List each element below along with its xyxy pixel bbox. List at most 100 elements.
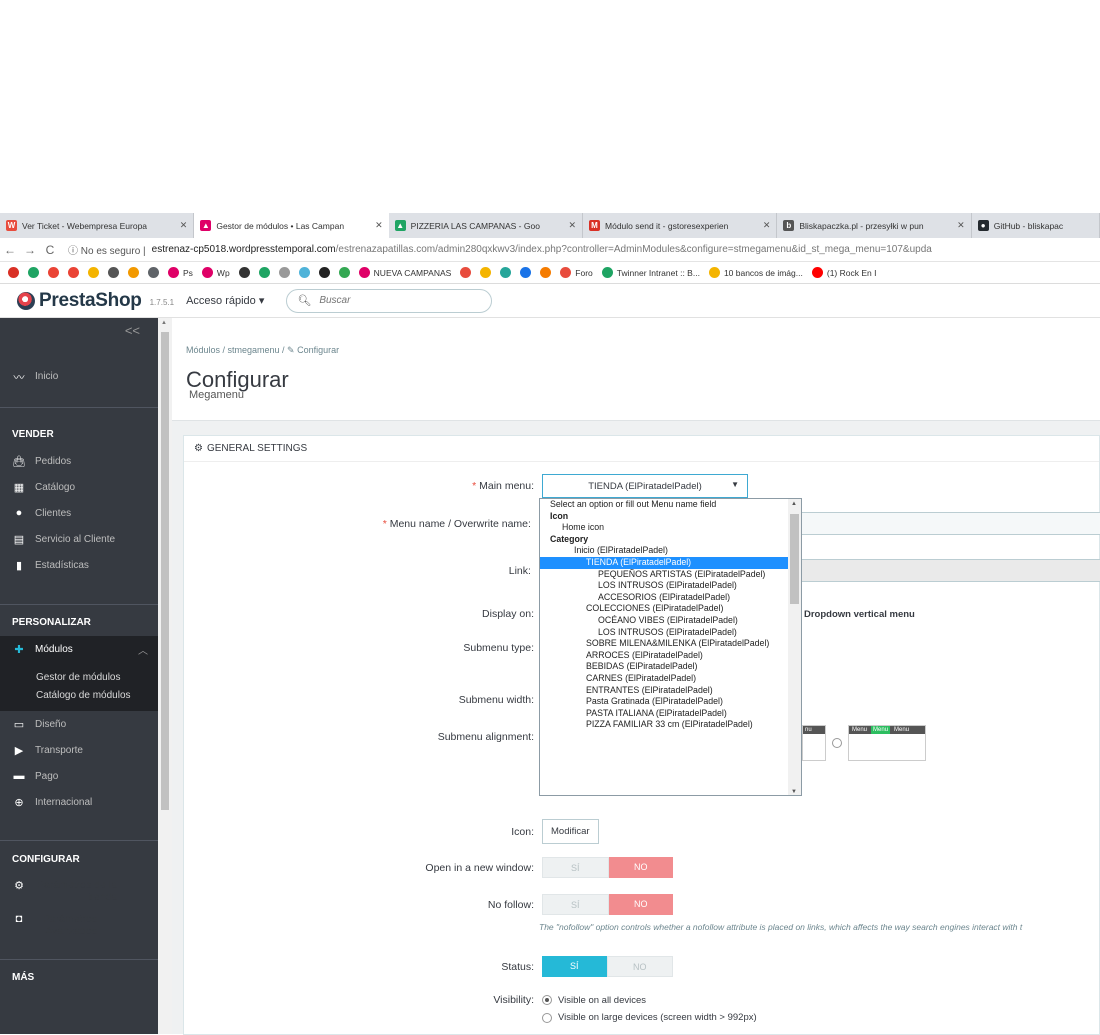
bookmark-item[interactable]: Ps [168, 267, 193, 278]
url-field[interactable]: estrenaz-cp5018.wordpresstemporal.com/es… [152, 244, 932, 255]
bookmark-item[interactable]: 10 bancos de imág... [708, 267, 803, 278]
status-switch[interactable]: SÍ NO [542, 956, 673, 977]
alignment-preview-partial[interactable]: nu [802, 725, 826, 761]
sidebar-subitem-gestor[interactable]: Gestor de módulos [0, 669, 158, 687]
search-box[interactable]: 🔍︎ [286, 288, 493, 313]
display-on-option[interactable]: Dropdown vertical menu [804, 609, 915, 620]
dropdown-option[interactable]: PIZZA FAMILIAR 33 cm (ElPiratadelPadel) [540, 719, 789, 731]
radio-button[interactable] [542, 995, 552, 1005]
sidebar-scroll-thumb[interactable] [161, 332, 169, 810]
browser-tab[interactable]: ▲ PIZZERIA LAS CAMPANAS - Goo ✕ [389, 213, 584, 238]
bookmark-item[interactable] [460, 267, 472, 278]
dropdown-option[interactable]: LOS INTRUSOS (ElPiratadelPadel) [540, 627, 789, 639]
visibility-option-large[interactable]: Visible on large devices (screen width >… [542, 1012, 757, 1023]
sidebar-item[interactable]: ▦ Catálogo [0, 474, 158, 500]
search-input[interactable] [319, 295, 470, 306]
no-follow-switch[interactable]: SÍ NO [542, 894, 673, 915]
prestashop-logo[interactable]: PrestaShop 1.7.5.1 [17, 290, 174, 312]
dropdown-option[interactable]: ACCESORIOS (ElPiratadelPadel) [540, 592, 789, 604]
close-tab-icon[interactable]: ✕ [957, 220, 965, 231]
browser-tab[interactable]: ▲ Gestor de módulos • Las Campan ✕ [194, 213, 389, 238]
dropdown-option[interactable]: LOS INTRUSOS (ElPiratadelPadel) [540, 580, 789, 592]
sidebar-item-modulos[interactable]: ✚ Módulos ︿ [0, 636, 158, 663]
sidebar-item[interactable]: ▤ Servicio al Cliente [0, 526, 158, 552]
bookmark-item[interactable]: Foro [560, 267, 593, 278]
bookmark-item[interactable]: Wp [201, 267, 230, 278]
bookmark-item[interactable] [480, 267, 492, 278]
sidebar-item[interactable]: ▭ Diseño [0, 711, 158, 737]
sidebar-subitem-catalogo[interactable]: Catálogo de módulos [0, 687, 158, 705]
scroll-down-icon[interactable]: ▼ [791, 789, 797, 795]
security-info[interactable]: ⓘ No es seguro | [68, 242, 146, 257]
scroll-up-icon[interactable]: ▲ [791, 501, 797, 507]
switch-yes[interactable]: SÍ [542, 857, 609, 878]
bookmark-item[interactable] [108, 267, 119, 278]
sidebar-collapse-button[interactable]: << [0, 318, 158, 346]
sidebar-scrollbar[interactable]: ▲ [158, 318, 172, 1034]
sidebar-item[interactable]: ▬ Pago [0, 763, 158, 789]
dropdown-option[interactable]: TIENDA (ElPiratadelPadel) [540, 556, 789, 569]
close-tab-icon[interactable]: ✕ [375, 220, 383, 231]
dropdown-option[interactable]: BEBIDAS (ElPiratadelPadel) [540, 661, 789, 673]
modify-icon-button[interactable]: Modificar [542, 819, 599, 844]
switch-yes[interactable]: SÍ [542, 894, 609, 915]
dropdown-option[interactable]: ENTRANTES (ElPiratadelPadel) [540, 685, 789, 697]
main-menu-select[interactable]: TIENDA (ElPiratadelPadel) ▼ [542, 474, 748, 498]
dropdown-option[interactable]: Home icon [540, 522, 789, 534]
switch-no[interactable]: NO [608, 894, 673, 915]
dropdown-option[interactable]: PASTA ITALIANA (ElPiratadelPadel) [540, 708, 789, 720]
dropdown-option[interactable]: ARROCES (ElPiratadelPadel) [540, 650, 789, 662]
dropdown-option[interactable]: Select an option or fill out Menu name f… [540, 499, 789, 511]
bookmark-item[interactable] [258, 267, 270, 278]
dropdown-scroll-thumb[interactable] [790, 514, 799, 604]
sidebar-item-parametros-avanzados[interactable]: ◘ Parámetros Avanzados [0, 907, 158, 941]
sidebar-item[interactable]: ⊕ Internacional [0, 789, 158, 815]
bookmark-item[interactable] [28, 267, 39, 278]
close-tab-icon[interactable]: ✕ [180, 220, 188, 231]
quick-access-menu[interactable]: Acceso rápido ▾ [186, 294, 264, 307]
close-tab-icon[interactable]: ✕ [763, 220, 771, 231]
bookmark-item[interactable] [298, 267, 310, 278]
scroll-up-icon[interactable]: ▲ [161, 320, 167, 326]
switch-yes[interactable]: SÍ [542, 956, 607, 977]
bookmark-item[interactable] [520, 267, 532, 278]
sidebar-item[interactable]: ● Clientes [0, 500, 158, 526]
forward-arrow-icon[interactable]: → [20, 243, 40, 257]
sidebar-item-parametros-tienda[interactable]: ⚙ Parámetros de la tienda [0, 873, 158, 907]
back-arrow-icon[interactable]: ← [0, 243, 20, 257]
bookmark-item[interactable] [540, 267, 552, 278]
switch-no[interactable]: NO [608, 857, 673, 878]
sidebar-item-inicio[interactable]: 〰 Inicio [0, 346, 158, 408]
sidebar-item[interactable]: ▶ Transporte [0, 737, 158, 763]
dropdown-scrollbar[interactable]: ▲ ▼ [788, 499, 801, 795]
dropdown-option[interactable]: Inicio (ElPiratadelPadel) [540, 545, 789, 557]
bookmark-item[interactable] [48, 267, 59, 278]
bookmark-item[interactable] [500, 267, 512, 278]
bookmark-item[interactable] [148, 267, 159, 278]
new-window-switch[interactable]: SÍ NO [542, 857, 673, 878]
bookmark-item[interactable] [278, 267, 290, 278]
bookmark-item[interactable] [68, 267, 79, 278]
visibility-option-all[interactable]: Visible on all devices [542, 995, 646, 1006]
bookmark-item[interactable]: (1) Rock En I [811, 267, 876, 278]
browser-tab[interactable]: ● GitHub - bliskapac [972, 213, 1100, 238]
dropdown-option[interactable]: CARNES (ElPiratadelPadel) [540, 673, 789, 685]
sidebar-item[interactable]: ▮ Estadísticas [0, 552, 158, 578]
bookmark-item[interactable] [8, 267, 19, 278]
dropdown-option[interactable]: PEQUEÑOS ARTISTAS (ElPiratadelPadel) [540, 569, 789, 581]
browser-tab[interactable]: b Bliskapaczka.pl - przesyłki w pun ✕ [777, 213, 972, 238]
browser-tab[interactable]: W Ver Ticket - Webempresa Europa ✕ [0, 213, 195, 238]
reload-icon[interactable]: C [40, 243, 60, 257]
browser-tab[interactable]: M Módulo send it - gstoresexperien ✕ [583, 213, 778, 238]
dropdown-option[interactable]: SOBRE MILENA&MILENKA (ElPiratadelPadel) [540, 638, 789, 650]
bookmark-item[interactable]: Twinner Intranet :: B... [601, 267, 700, 278]
bookmark-item[interactable] [88, 267, 99, 278]
bookmark-item[interactable] [318, 267, 330, 278]
bookmark-item[interactable] [238, 267, 250, 278]
bookmark-item[interactable] [128, 267, 139, 278]
dropdown-option[interactable]: Pasta Gratinada (ElPiratadelPadel) [540, 696, 789, 708]
dropdown-option[interactable]: COLECCIONES (ElPiratadelPadel) [540, 603, 789, 615]
alignment-preview-box[interactable]: Menu Menu Menu [848, 725, 926, 761]
sidebar-item[interactable]: 👜︎ Pedidos [0, 448, 158, 474]
close-tab-icon[interactable]: ✕ [568, 220, 576, 231]
